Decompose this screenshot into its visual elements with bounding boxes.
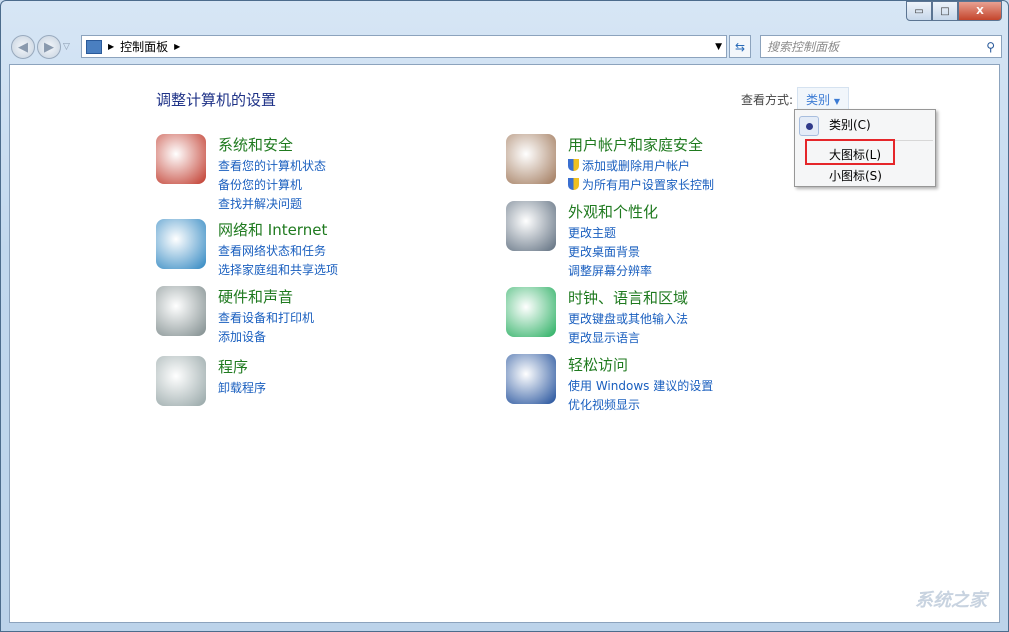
clock-language-region-icon[interactable] (506, 287, 556, 337)
category-link[interactable]: 为所有用户设置家长控制 (568, 176, 714, 195)
programs-icon[interactable] (156, 356, 206, 406)
search-input[interactable]: 搜索控制面板 ⚲ (760, 35, 1002, 58)
category-link[interactable]: 更改桌面背景 (568, 243, 658, 262)
uac-shield-icon (568, 178, 579, 190)
hardware-sound-icon[interactable] (156, 286, 206, 336)
system-security-icon[interactable] (156, 134, 206, 184)
recent-pages-icon[interactable]: ▽ (63, 42, 70, 52)
category-title[interactable]: 网络和 Internet (218, 219, 338, 240)
category-title[interactable]: 系统和安全 (218, 134, 326, 155)
category-appearance: 外观和个性化更改主题更改桌面背景调整屏幕分辨率 (506, 201, 658, 281)
category-link[interactable]: 更改键盘或其他输入法 (568, 310, 688, 329)
category-link[interactable]: 使用 Windows 建议的设置 (568, 377, 713, 396)
category-link[interactable]: 更改主题 (568, 224, 658, 243)
close-button[interactable]: X (958, 1, 1002, 21)
category-link[interactable]: 选择家庭组和共享选项 (218, 261, 338, 280)
view-by-menu: 类别(C) 大图标(L) 小图标(S) (794, 109, 936, 187)
control-panel-icon (86, 40, 102, 54)
breadcrumb-control-panel[interactable]: 控制面板 (120, 38, 168, 55)
category-programs: 程序卸载程序 (156, 356, 266, 406)
address-dropdown-icon[interactable]: ▼ (715, 42, 722, 52)
category-title[interactable]: 用户帐户和家庭安全 (568, 134, 714, 155)
menu-item-large-icons[interactable]: 大图标(L) (829, 146, 881, 163)
category-ease-of-access: 轻松访问使用 Windows 建议的设置优化视频显示 (506, 354, 713, 415)
category-link[interactable]: 添加设备 (218, 328, 314, 347)
category-link[interactable]: 更改显示语言 (568, 329, 688, 348)
category-link[interactable]: 调整屏幕分辨率 (568, 262, 658, 281)
menu-item-category[interactable]: 类别(C) (829, 116, 871, 133)
category-title[interactable]: 时钟、语言和区域 (568, 287, 688, 308)
category-user-accounts: 用户帐户和家庭安全添加或删除用户帐户为所有用户设置家长控制 (506, 134, 714, 195)
category-title[interactable]: 硬件和声音 (218, 286, 314, 307)
category-link[interactable]: 卸载程序 (218, 379, 266, 398)
category-link[interactable]: 查看您的计算机状态 (218, 157, 326, 176)
category-network-internet: 网络和 Internet 查看网络状态和任务选择家庭组和共享选项 (156, 219, 338, 280)
forward-button[interactable]: ▶ (37, 35, 61, 59)
category-link[interactable]: 查找并解决问题 (218, 195, 326, 214)
category-title[interactable]: 程序 (218, 356, 266, 377)
search-placeholder: 搜索控制面板 (767, 38, 839, 55)
category-link[interactable]: 备份您的计算机 (218, 176, 326, 195)
category-hardware-sound: 硬件和声音查看设备和打印机添加设备 (156, 286, 314, 347)
back-button[interactable]: ◀ (11, 35, 35, 59)
chevron-right-icon[interactable]: ▶ (108, 42, 114, 51)
category-system-security: 系统和安全查看您的计算机状态备份您的计算机查找并解决问题 (156, 134, 326, 214)
uac-shield-icon (568, 159, 579, 171)
address-bar[interactable]: ▶ 控制面板 ▶ ▼ (81, 35, 727, 58)
refresh-button[interactable]: ⇆ (729, 35, 751, 58)
category-title[interactable]: 轻松访问 (568, 354, 713, 375)
user-accounts-icon[interactable] (506, 134, 556, 184)
appearance-icon[interactable] (506, 201, 556, 251)
watermark: 系统之家 (915, 586, 987, 612)
view-by-label: 查看方式: (741, 91, 793, 108)
minimize-button[interactable]: ▭ (906, 1, 932, 21)
category-clock-language-region: 时钟、语言和区域更改键盘或其他输入法更改显示语言 (506, 287, 688, 348)
radio-selected-icon (799, 116, 819, 136)
page-title: 调整计算机的设置 (156, 89, 276, 110)
network-internet-icon[interactable] (156, 219, 206, 269)
chevron-right-icon[interactable]: ▶ (174, 42, 180, 51)
category-link[interactable]: 查看设备和打印机 (218, 309, 314, 328)
category-link[interactable]: 查看网络状态和任务 (218, 242, 338, 261)
maximize-button[interactable]: □ (932, 1, 958, 21)
search-icon[interactable]: ⚲ (986, 40, 995, 54)
category-title[interactable]: 外观和个性化 (568, 201, 658, 222)
chevron-down-icon: ▼ (834, 97, 840, 106)
window-frame: ▭ □ X ◀ ▶ ▽ ▶ 控制面板 ▶ ▼ ⇆ 搜索控制面板 ⚲ 调整计算机的… (0, 0, 1009, 632)
ease-of-access-icon[interactable] (506, 354, 556, 404)
category-link[interactable]: 添加或删除用户帐户 (568, 157, 714, 176)
menu-item-small-icons[interactable]: 小图标(S) (829, 167, 882, 184)
category-link[interactable]: 优化视频显示 (568, 396, 713, 415)
